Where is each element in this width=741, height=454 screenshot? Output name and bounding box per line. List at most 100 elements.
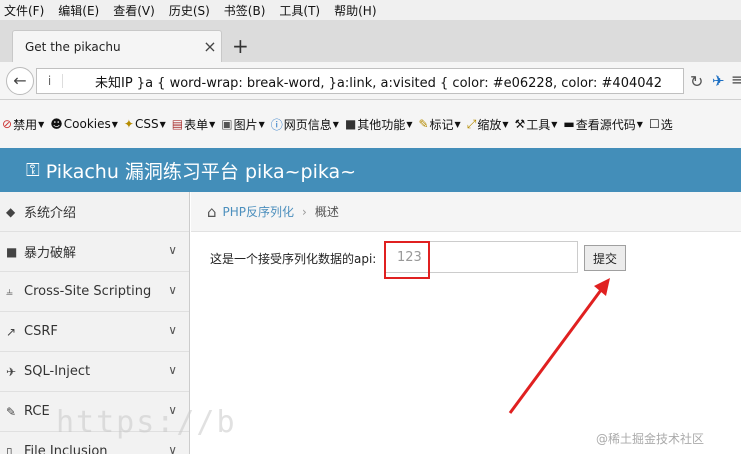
form-icon: ▤ [171,117,184,131]
chevron-down-icon: ∨ [168,283,177,297]
chevron-down-icon: ∨ [168,243,177,257]
plane-icon: ✈ [6,364,17,379]
caret-down-icon: ▼ [159,119,166,129]
annotation-arrow [508,278,610,414]
menu-tools[interactable]: 工具(T) [279,2,320,19]
extension-icon[interactable]: ✈ [712,72,725,90]
tools-icon: ⚒ [514,117,526,131]
bookmark-zoom[interactable]: ⤢ 缩放 ▼ [467,116,509,133]
menu-bar: 文件(F) 编辑(E) 查看(V) 历史(S) 书签(B) 工具(T) 帮助(H… [0,0,741,20]
info-icon[interactable]: i [37,74,63,88]
bookmark-label: 图片 [233,117,258,132]
caret-down-icon: ▼ [111,119,118,129]
pen-icon: ✎ [6,404,17,419]
breadcrumb: ⌂ PHP反序列化 › 概述 [191,192,741,232]
arrow-shaft [508,289,603,414]
folder-icon: ■ [344,117,357,131]
sidebar-item-csrf[interactable]: ↗ CSRF ∨ [0,312,189,352]
bookmark-label: 标记 [429,117,454,132]
caret-down-icon: ▼ [551,119,558,129]
sidebar-item-label: File Inclusion [24,444,108,454]
bookmark-mark[interactable]: ✎ 标记 ▼ [418,116,460,133]
site-header: ⚿ Pikachu 漏洞练习平台 pika~pika~ [0,148,741,192]
bookmark-css[interactable]: ✦ CSS ▼ [124,117,166,131]
caret-down-icon: ▼ [636,119,643,129]
arrow-head [594,278,610,296]
bookmark-view-source[interactable]: ▬ 查看源代码 ▼ [563,116,643,133]
breadcrumb-link-php-unserialize[interactable]: PHP反序列化 [223,203,295,220]
bookmark-label: CSS [134,117,159,131]
overflow-menu-icon[interactable]: ≡ [731,70,741,89]
chevron-down-icon: ∨ [168,323,177,337]
info-icon: ⓘ [270,117,283,132]
caret-down-icon: ▼ [38,119,45,129]
menu-edit[interactable]: 编辑(E) [58,2,99,19]
caret-down-icon: ▼ [454,119,461,129]
sidebar-item-brute-force[interactable]: ■ 暴力破解 ∨ [0,232,189,272]
bookmark-label: 选 [660,117,673,132]
resize-icon: ⤢ [466,116,477,131]
bookmark-label: 网页信息 [283,117,332,132]
new-tab-icon[interactable]: + [232,34,249,58]
back-arrow-icon[interactable]: ← [6,67,34,95]
menu-view[interactable]: 查看(V) [113,2,155,19]
select-icon: ☐ [648,117,660,131]
caret-down-icon: ▼ [406,119,413,129]
bookmark-label: Cookies [63,117,111,131]
bookmark-tools[interactable]: ⚒ 工具 ▼ [514,116,557,133]
api-input[interactable] [384,241,578,273]
sidebar-item-label: CSRF [24,324,58,339]
close-icon[interactable]: × [199,37,221,56]
bookmark-cookies[interactable]: ☻ Cookies ▼ [50,117,118,131]
tag-icon: ◆ [6,204,16,219]
bookmark-label: 其他功能 [357,117,406,132]
site-title[interactable]: Pikachu 漏洞练习平台 pika~pika~ [46,157,356,184]
bookmark-images[interactable]: ▣ 图片 ▼ [221,116,265,133]
browser-tab[interactable]: Get the pikachu × [12,30,222,62]
menu-history[interactable]: 历史(S) [169,2,210,19]
bookmark-label: 工具 [526,117,551,132]
home-icon[interactable]: ⌂ [207,203,217,221]
pencil-icon: ✎ [418,117,429,131]
watermark-credit: @稀土掘金技术社区 [596,432,705,446]
bookmarks-toolbar: ⊘ 禁用 ▼ ☻ Cookies ▼ ✦ CSS ▼ ▤ 表单 ▼ ▣ 图片 ▼ ⓘ 网页信息 ▼ ■ 其… [0,100,741,148]
image-icon: ▣ [221,117,233,131]
chevron-down-icon: ∨ [168,363,177,377]
address-bar[interactable]: i 未知IP }a { word-wrap: break-word, }a:li… [36,68,684,94]
lock-icon: ■ [6,244,18,259]
navigation-bar: ← i 未知IP }a { word-wrap: break-word, }a:… [0,62,741,100]
submit-button[interactable]: 提交 [584,245,626,271]
source-icon: ▬ [563,117,575,131]
external-icon: ↗ [6,324,17,339]
sidebar-item-system-intro[interactable]: ◆ 系统介绍 [0,192,189,232]
menu-help[interactable]: 帮助(H) [334,2,376,19]
bookmark-disable[interactable]: ⊘ 禁用 ▼ [2,116,44,133]
bookmark-other[interactable]: ■ 其他功能 ▼ [345,116,413,133]
sidebar-item-label: RCE [24,404,50,419]
bookmark-label: 查看源代码 [575,117,636,132]
sidebar-item-label: 暴力破解 [24,246,77,261]
reload-icon[interactable]: ↻ [690,72,703,91]
bookmark-forms[interactable]: ▤ 表单 ▼ [172,116,216,133]
sidebar-item-label: SQL-Inject [24,364,91,379]
menu-file[interactable]: 文件(F) [4,2,44,19]
bookmark-label: 表单 [184,117,209,132]
menu-bookmarks[interactable]: 书签(B) [224,2,266,19]
user-icon: ☻ [50,117,63,131]
bookmark-label: 缩放 [477,117,502,132]
bookmark-select[interactable]: ☐ 选 [649,116,673,133]
caret-down-icon: ▼ [258,119,265,129]
api-input-label: 这是一个接受序列化数据的api: [210,252,377,266]
wand-icon: ✦ [123,117,134,131]
no-entry-icon: ⊘ [2,117,13,131]
breadcrumb-current: 概述 [314,205,339,219]
sitemap-icon: ⫨ [6,284,13,298]
watermark-text: https://b [56,405,237,440]
sidebar-item-sql-inject[interactable]: ✈ SQL-Inject ∨ [0,352,189,392]
tab-strip: Get the pikachu × + [0,20,741,62]
bookmark-page-info[interactable]: ⓘ 网页信息 ▼ [271,116,339,133]
sidebar-item-xss[interactable]: ⫨ Cross-Site Scripting ∨ [0,272,189,312]
breadcrumb-separator: › [302,204,307,219]
caret-down-icon: ▼ [209,119,216,129]
sidebar-item-label: 系统介绍 [24,206,77,221]
